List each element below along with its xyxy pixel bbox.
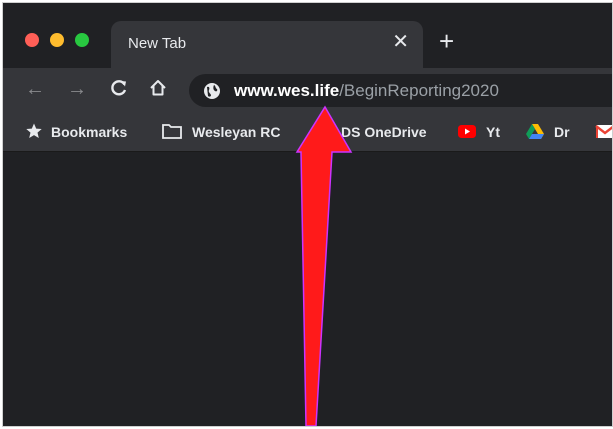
bookmark-label: Dr <box>554 124 570 140</box>
forward-button[interactable]: → <box>67 78 87 100</box>
home-icon <box>150 80 166 96</box>
address-bar[interactable]: www.wes.life/BeginReporting2020 <box>189 74 612 107</box>
browser-window: New Tab ✕ + ← → www.wes.life/BeginReport… <box>2 2 613 427</box>
tab-title: New Tab <box>128 35 187 52</box>
page-content <box>3 152 612 426</box>
close-tab-icon[interactable]: ✕ <box>392 32 409 52</box>
url-text: www.wes.life/BeginReporting2020 <box>234 81 499 101</box>
url-host: www.wes.life <box>234 81 340 100</box>
new-tab-button[interactable]: + <box>439 28 454 54</box>
home-button[interactable] <box>148 78 168 103</box>
toolbar: ← → www.wes.life/BeginReporting2020 <box>3 68 612 113</box>
back-button[interactable]: ← <box>25 78 45 100</box>
bookmark-label: Wesleyan RC <box>192 124 281 140</box>
globe-icon <box>204 83 220 99</box>
bookmark-label: Bookmarks <box>51 124 128 140</box>
maximize-window-button[interactable] <box>75 33 89 47</box>
youtube-icon <box>458 125 476 138</box>
close-window-button[interactable] <box>25 33 39 47</box>
gmail-icon <box>595 125 612 138</box>
google-drive-icon <box>526 124 544 139</box>
folder-icon <box>162 124 182 139</box>
tab-new-tab[interactable]: New Tab ✕ <box>111 21 423 68</box>
bookmark-label: Yt <box>486 124 500 140</box>
tab-strip: New Tab ✕ + <box>3 3 612 68</box>
bookmarks-bar: Bookmarks Wesleyan RC DS OneDrive Yt Dr <box>3 113 612 152</box>
bookmark-label: DS OneDrive <box>341 124 427 140</box>
star-icon <box>26 123 42 138</box>
reload-button[interactable] <box>109 78 129 103</box>
reload-icon <box>111 80 127 96</box>
url-path: /BeginReporting2020 <box>339 81 499 100</box>
minimize-window-button[interactable] <box>50 33 64 47</box>
